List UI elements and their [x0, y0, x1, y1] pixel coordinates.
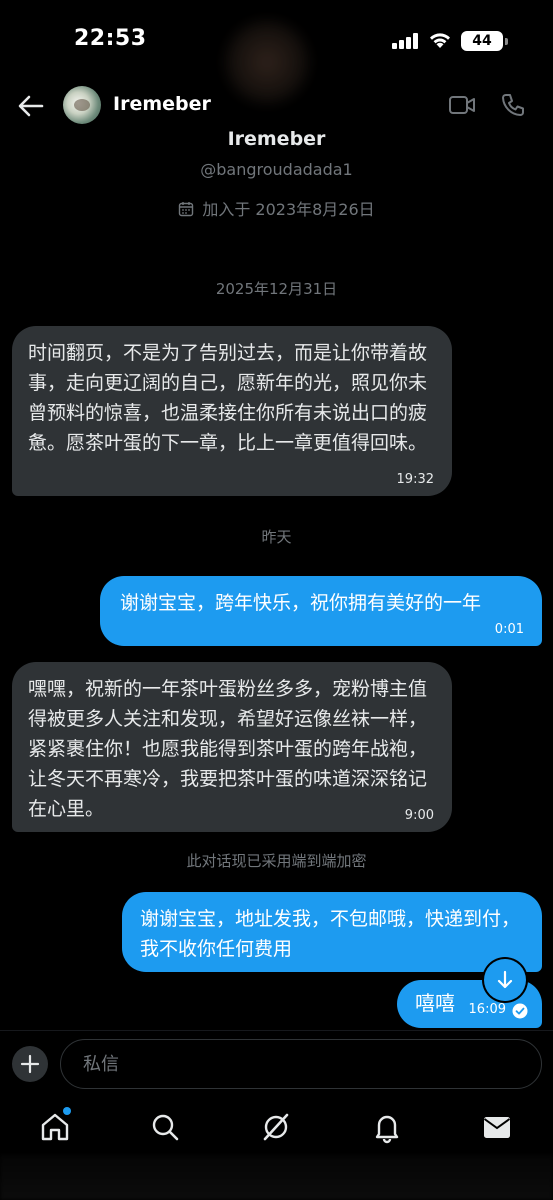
- message-time: 16:09: [468, 1002, 506, 1017]
- arrow-down-icon: [497, 970, 513, 989]
- header-name[interactable]: Iremeber: [113, 93, 211, 115]
- encryption-note: 此对话现已采用端到端加密: [186, 852, 367, 870]
- message-text: 谢谢宝宝，跨年快乐，祝你拥有美好的一年: [120, 592, 482, 614]
- signal-icon: [392, 33, 418, 49]
- profile-name[interactable]: Iremeber: [0, 128, 553, 150]
- tab-bar: [0, 1100, 553, 1200]
- date-separator: 2025年12月31日: [215, 280, 338, 298]
- battery-tip: [505, 38, 508, 45]
- outgoing-message[interactable]: 谢谢宝宝，地址发我，不包邮哦，快递到付，我不收你任何费用: [122, 892, 542, 972]
- date-separator: 昨天: [261, 528, 292, 546]
- chat-header: Iremeber: [0, 80, 553, 132]
- calendar-icon: [179, 202, 194, 217]
- mail-icon[interactable]: [480, 1110, 514, 1144]
- message-text: 嘿嘿，祝新的一年茶叶蛋粉丝多多，宠粉博主值得被更多人关注和发现，希望好运像丝袜一…: [28, 678, 428, 820]
- profile-handle[interactable]: @bangroudadada1: [0, 160, 553, 179]
- grok-icon[interactable]: [259, 1110, 293, 1144]
- bell-icon[interactable]: [370, 1110, 404, 1144]
- message-text: 时间翻页，不是为了告别过去，而是让你带着故事，走向更辽阔的自己，愿新年的光，照见…: [28, 342, 428, 454]
- video-call-icon[interactable]: [448, 94, 476, 116]
- plus-icon: [20, 1054, 40, 1074]
- add-media-button[interactable]: [12, 1046, 48, 1082]
- composer-bar: [0, 1030, 553, 1100]
- checkmark-icon: [512, 1003, 528, 1019]
- message-text: 谢谢宝宝，地址发我，不包邮哦，快递到付，我不收你任何费用: [140, 908, 521, 960]
- message-time: 9:00: [404, 808, 434, 823]
- message-time: 0:01: [494, 622, 524, 637]
- back-arrow-icon[interactable]: [16, 92, 46, 120]
- home-indicator: [0, 1155, 553, 1200]
- message-input[interactable]: [60, 1039, 542, 1089]
- phone-icon[interactable]: [500, 92, 526, 118]
- home-icon[interactable]: [38, 1110, 72, 1144]
- joined-text: 加入于 2023年8月26日: [202, 200, 375, 219]
- incoming-message[interactable]: 时间翻页，不是为了告别过去，而是让你带着故事，走向更辽阔的自己，愿新年的光，照见…: [12, 326, 452, 496]
- avatar[interactable]: [63, 86, 101, 124]
- scroll-to-bottom-button[interactable]: [484, 959, 526, 1001]
- incoming-message[interactable]: 嘿嘿，祝新的一年茶叶蛋粉丝多多，宠粉博主值得被更多人关注和发现，希望好运像丝袜一…: [12, 662, 452, 832]
- message-time: 19:32: [396, 472, 434, 487]
- notification-dot: [63, 1107, 71, 1115]
- joined-date: 加入于 2023年8月26日: [0, 196, 553, 220]
- wifi-icon: [430, 33, 450, 48]
- search-icon[interactable]: [148, 1110, 182, 1144]
- status-time: 22:53: [74, 26, 147, 51]
- battery-icon: 44: [461, 31, 503, 51]
- outgoing-message[interactable]: 谢谢宝宝，跨年快乐，祝你拥有美好的一年 0:01: [100, 576, 542, 646]
